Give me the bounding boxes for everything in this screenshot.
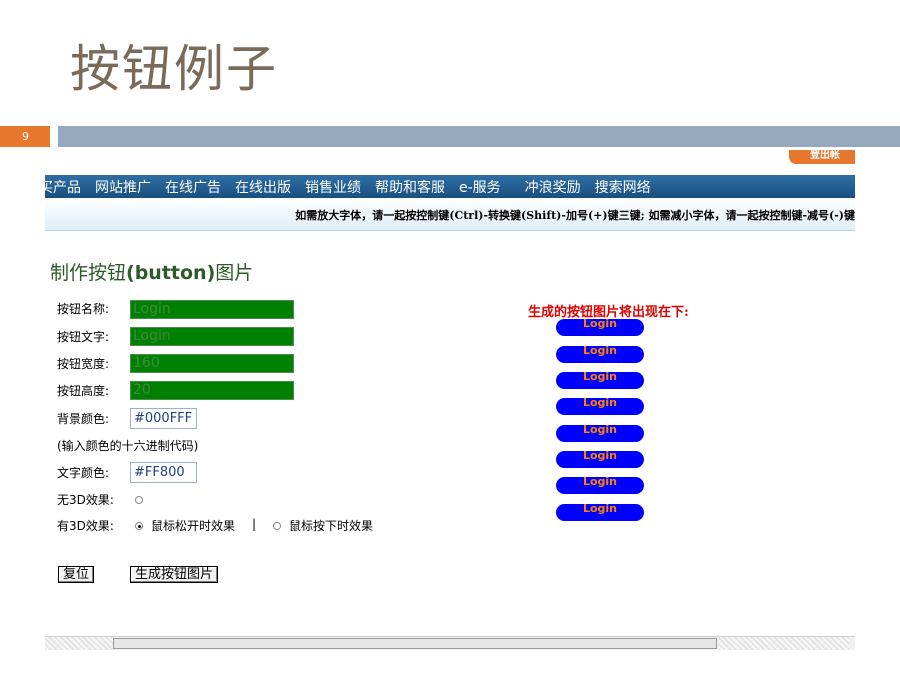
no-3d-label: 无3D效果: (57, 493, 114, 507)
background-color-label: 背景颜色: (57, 412, 110, 426)
font-size-hint: 如需放大字体，请一起按控制键(Ctrl)-转换键(Shift)-加号(+)键三键… (295, 209, 855, 222)
text-color-label: 文字颜色: (57, 466, 110, 480)
button-name-label: 按钮名称: (57, 302, 110, 316)
page-number-badge: 9 (0, 126, 50, 147)
mouse-release-label: 鼠标松开时效果 (151, 519, 236, 533)
generated-login-button[interactable]: Login (556, 372, 644, 389)
generated-login-button[interactable]: Login (556, 319, 644, 336)
nav-item-online-publishing[interactable]: 在线出版 (235, 177, 291, 197)
button-text-input[interactable]: Login (130, 327, 294, 346)
font-size-hint-bar: 如需放大字体，请一起按控制键(Ctrl)-转换键(Shift)-加号(+)键三键… (45, 198, 855, 231)
no-3d-radio[interactable] (135, 496, 143, 504)
mouse-press-label: 鼠标按下时效果 (289, 519, 374, 533)
button-height-label: 按钮高度: (57, 384, 110, 398)
nav-item-buy-products[interactable]: 买产品 (45, 177, 81, 197)
scrollbar-thumb[interactable] (113, 638, 717, 649)
generated-login-button[interactable]: Login (556, 398, 644, 415)
form-heading-suffix: 图片 (215, 262, 254, 284)
nav-item-search-network[interactable]: 搜索网络 (595, 177, 651, 197)
generated-login-button[interactable]: Login (556, 346, 644, 363)
button-width-label: 按钮宽度: (57, 357, 110, 371)
nav-item-e-service[interactable]: e-服务 (459, 177, 501, 197)
reset-button[interactable]: 复位 (58, 566, 95, 583)
generated-login-button[interactable]: Login (556, 451, 644, 468)
nav-item-online-ads[interactable]: 在线广告 (165, 177, 221, 197)
nav-item-sales[interactable]: 销售业绩 (305, 177, 361, 197)
form-heading: 制作按钮(button)图片 (50, 258, 253, 285)
scrollbar-track-right[interactable] (719, 637, 849, 650)
horizontal-scrollbar[interactable] (45, 636, 855, 650)
nav-item-surf-rewards[interactable]: 冲浪奖励 (525, 177, 581, 197)
text-color-input[interactable]: #FF800 (130, 462, 197, 483)
hex-code-hint: (输入颜色的十六进制代码) (57, 439, 199, 453)
generated-login-button[interactable]: Login (556, 425, 644, 442)
button-name-input[interactable]: Login (130, 300, 294, 319)
slide-header-bar (58, 126, 900, 147)
mouse-press-radio[interactable] (273, 522, 281, 530)
button-width-input[interactable]: 160 (130, 354, 294, 373)
background-color-input[interactable]: #000FFF (130, 408, 197, 429)
form-heading-bold: (button) (126, 262, 216, 284)
browser-screenshot: 登出帐 买产品 网站推广 在线广告 在线出版 销售业绩 帮助和客服 e-服务 冲… (45, 150, 855, 650)
nav-bar: 买产品 网站推广 在线广告 在线出版 销售业绩 帮助和客服 e-服务 冲浪奖励 … (45, 175, 855, 198)
button-text-label: 按钮文字: (57, 330, 110, 344)
scrollbar-track-left[interactable] (45, 637, 113, 650)
generated-login-button[interactable]: Login (556, 504, 644, 521)
top-right-tab[interactable]: 登出帐 (789, 150, 855, 164)
with-3d-label: 有3D效果: (57, 519, 114, 533)
result-heading: 生成的按钮图片将出现在下: (528, 305, 689, 320)
radio-separator: | (252, 517, 257, 531)
generate-button-image-button[interactable]: 生成按钮图片 (130, 566, 219, 583)
slide-title: 按钮例子 (70, 40, 278, 98)
nav-item-help[interactable]: 帮助和客服 (375, 177, 445, 197)
generated-login-button[interactable]: Login (556, 477, 644, 494)
mouse-release-radio[interactable] (135, 522, 143, 530)
nav-item-site-promotion[interactable]: 网站推广 (95, 177, 151, 197)
form-heading-prefix: 制作按钮 (50, 262, 127, 284)
button-height-input[interactable]: 20 (130, 381, 294, 400)
